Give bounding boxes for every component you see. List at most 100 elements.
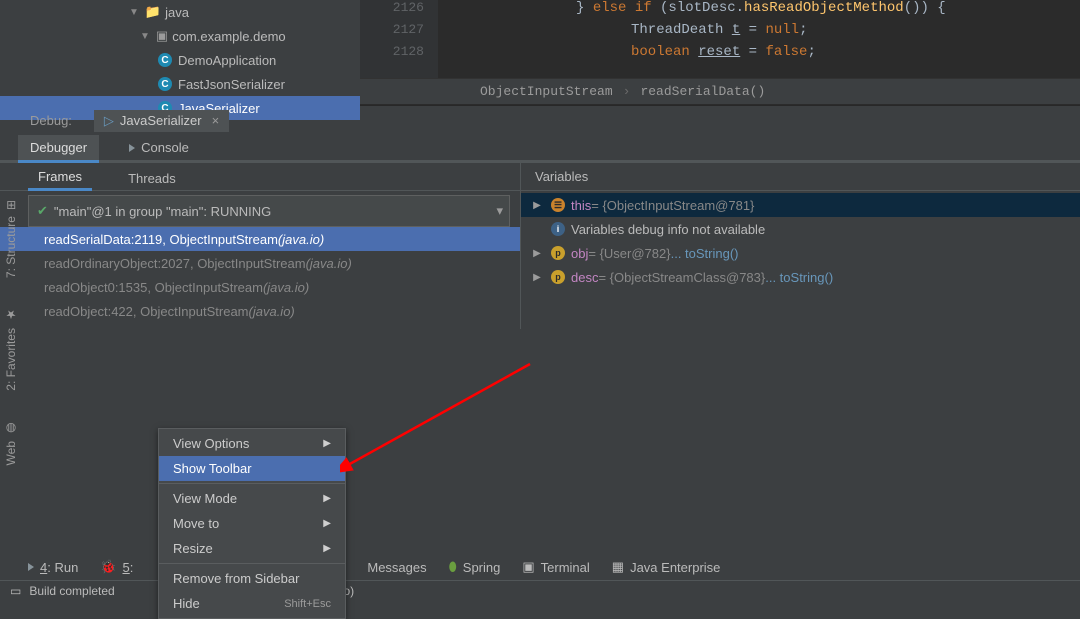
run-config-icon: ▷	[104, 113, 114, 129]
menu-move-to[interactable]: Move to▶	[159, 511, 345, 536]
var-name: desc	[571, 270, 598, 285]
status-icon: ▭	[10, 584, 21, 598]
class-icon: C	[158, 53, 172, 67]
var-name: obj	[571, 246, 588, 261]
var-info: Variables debug info not available	[571, 222, 765, 237]
chevron-right-icon: ▶	[323, 518, 331, 529]
context-menu[interactable]: View Options▶ Show Toolbar View Mode▶ Mo…	[158, 428, 346, 619]
var-tostring[interactable]: ... toString()	[671, 246, 739, 261]
play-icon	[28, 563, 34, 571]
javaee-icon: ▦	[612, 559, 624, 575]
star-icon: ★	[4, 308, 18, 322]
variables-list[interactable]: ▶ ☰ this = {ObjectInputStream@781} i Var…	[521, 191, 1080, 289]
terminal-button[interactable]: ▣Terminal	[522, 559, 589, 575]
tab-frames[interactable]: Frames	[28, 165, 92, 191]
tree-label: com.example.demo	[172, 29, 285, 44]
class-icon: C	[158, 77, 172, 91]
thread-selector[interactable]: ✔ "main"@1 in group "main": RUNNING ▾	[28, 195, 510, 227]
expand-icon[interactable]: ▶	[529, 272, 545, 283]
terminal-icon: ▣	[522, 559, 534, 575]
chevron-right-icon: ▶	[323, 543, 331, 554]
var-value: = {ObjectInputStream@781}	[591, 198, 754, 213]
stack-frame[interactable]: readObject0:1535, ObjectInputStream (jav…	[0, 275, 520, 299]
breadcrumb-item[interactable]: readSerialData()	[640, 84, 765, 99]
variable-row[interactable]: ▶ p desc = {ObjectStreamClass@783} ... t…	[521, 265, 1080, 289]
menu-show-toolbar[interactable]: Show Toolbar	[159, 456, 345, 481]
debug-toolwindow-button[interactable]: 🐞5:	[100, 559, 133, 575]
tree-node-class[interactable]: C DemoApplication	[0, 48, 360, 72]
project-tree[interactable]: ▼ 📁 java ▼ ▣ com.example.demo C DemoAppl…	[0, 0, 360, 104]
chevron-right-icon: ›	[623, 84, 631, 99]
frames-panel: Frames Threads ✔ "main"@1 in group "main…	[0, 163, 520, 329]
messages-button[interactable]: Messages	[367, 560, 426, 575]
debug-label: Debug:	[30, 113, 72, 128]
line-number: 2128	[360, 44, 438, 66]
menu-separator	[159, 563, 345, 564]
expand-icon[interactable]: ▶	[529, 248, 545, 259]
code-editor[interactable]: 2126 2127 2128 } else if (slotDesc.hasRe…	[360, 0, 1080, 104]
editor-content: } else if (slotDesc.hasReadObjectMethod(…	[446, 0, 1080, 66]
expand-icon: ▼	[129, 7, 145, 18]
tree-label: FastJsonSerializer	[178, 77, 285, 92]
check-icon: ✔	[37, 203, 48, 219]
tab-debugger[interactable]: Debugger	[18, 135, 99, 163]
breadcrumb-item[interactable]: ObjectInputStream	[480, 84, 613, 99]
structure-toolwindow-button[interactable]: 7: Structure⊞	[4, 200, 18, 278]
close-icon[interactable]: ×	[212, 113, 220, 128]
debug-tab-label: JavaSerializer	[120, 113, 202, 128]
variables-panel: Variables ▶ ☰ this = {ObjectInputStream@…	[520, 163, 1080, 329]
tab-threads[interactable]: Threads	[118, 167, 186, 190]
line-number: 2126	[360, 0, 438, 22]
chevron-right-icon: ▶	[323, 493, 331, 504]
expand-icon: ▼	[140, 31, 156, 42]
tree-node-java[interactable]: ▼ 📁 java	[0, 0, 360, 24]
left-rail[interactable]: 7: Structure⊞ 2: Favorites★ Web◍	[0, 200, 22, 465]
tree-label: DemoApplication	[178, 53, 276, 68]
var-name: this	[571, 198, 591, 213]
menu-view-options[interactable]: View Options▶	[159, 431, 345, 456]
expand-icon[interactable]: ▶	[529, 200, 545, 211]
stack-frame[interactable]: main:28, JavaSerializer (com.example.dem…	[0, 323, 520, 329]
variable-row: i Variables debug info not available	[521, 217, 1080, 241]
run-toolwindow-button[interactable]: 4: Run	[28, 560, 78, 575]
tree-node-package[interactable]: ▼ ▣ com.example.demo	[0, 24, 360, 48]
variables-title: Variables	[521, 163, 1080, 191]
folder-icon: 📁	[145, 4, 161, 20]
stack-frame[interactable]: readObject:422, ObjectInputStream (java.…	[0, 299, 520, 323]
stack-frame[interactable]: readSerialData:2119, ObjectInputStream (…	[0, 227, 520, 251]
param-icon: p	[551, 246, 565, 260]
object-icon: ☰	[551, 198, 565, 212]
menu-resize[interactable]: Resize▶	[159, 536, 345, 561]
web-toolwindow-button[interactable]: Web◍	[4, 421, 18, 465]
thread-label: "main"@1 in group "main": RUNNING	[54, 204, 271, 219]
line-number: 2127	[360, 22, 438, 44]
variable-row[interactable]: ▶ p obj = {User@782} ... toString()	[521, 241, 1080, 265]
globe-icon: ◍	[4, 421, 18, 435]
menu-hide[interactable]: HideShift+Esc	[159, 591, 345, 616]
menu-view-mode[interactable]: View Mode▶	[159, 486, 345, 511]
tab-label: Debugger	[30, 140, 87, 155]
menu-remove-sidebar[interactable]: Remove from Sidebar	[159, 566, 345, 591]
tree-label: java	[165, 5, 189, 20]
annotation-arrow	[340, 360, 540, 480]
variable-row[interactable]: ▶ ☰ this = {ObjectInputStream@781}	[521, 193, 1080, 217]
frames-list[interactable]: readSerialData:2119, ObjectInputStream (…	[0, 227, 520, 329]
breadcrumb[interactable]: ObjectInputStream › readSerialData()	[360, 78, 1080, 104]
package-icon: ▣	[156, 28, 168, 44]
chevron-down-icon[interactable]: ▾	[496, 203, 503, 219]
javaee-button[interactable]: ▦Java Enterprise	[612, 559, 721, 575]
spring-button[interactable]: ⬮Spring	[449, 559, 501, 575]
tab-console[interactable]: Console	[117, 135, 201, 160]
debug-session-tab[interactable]: ▷ JavaSerializer ×	[94, 110, 229, 132]
param-icon: p	[551, 270, 565, 284]
stack-frame[interactable]: readOrdinaryObject:2027, ObjectInputStre…	[0, 251, 520, 275]
debug-toolbar: Debugger Console	[0, 135, 1080, 163]
info-icon: i	[551, 222, 565, 236]
console-icon	[129, 144, 135, 152]
tree-node-class[interactable]: C FastJsonSerializer	[0, 72, 360, 96]
var-tostring[interactable]: ... toString()	[765, 270, 833, 285]
debug-toolwindow-header: Debug: ▷ JavaSerializer ×	[0, 105, 1080, 135]
favorites-toolwindow-button[interactable]: 2: Favorites★	[4, 308, 18, 391]
var-value: = {ObjectStreamClass@783}	[598, 270, 765, 285]
leaf-icon: ⬮	[449, 559, 457, 575]
